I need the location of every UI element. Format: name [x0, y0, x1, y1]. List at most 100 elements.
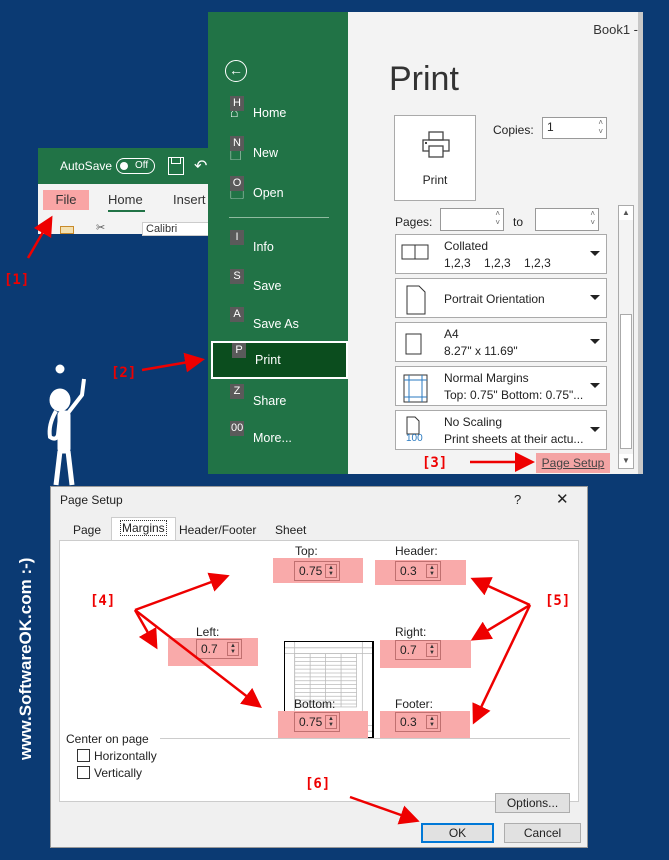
right-label: Right: — [395, 625, 427, 639]
nav-label: Info — [253, 240, 274, 254]
window-title: Book1 - — [593, 22, 638, 37]
spinner-arrows-icon[interactable]: ˄ ˅ — [598, 118, 603, 136]
page-setup-link[interactable]: Page Setup — [536, 453, 610, 473]
print-button-label: Print — [422, 173, 448, 187]
nav-info[interactable]: I Info — [208, 228, 348, 264]
annotation-3: [3] — [422, 455, 448, 471]
help-button[interactable]: ? — [514, 492, 521, 507]
margins-icon — [403, 374, 428, 403]
annotation-5: [5] — [545, 593, 571, 609]
scroll-thumb[interactable] — [620, 314, 632, 449]
ok-button[interactable]: OK — [421, 823, 494, 843]
chevron-down-icon — [590, 339, 600, 344]
scaling-dropdown[interactable]: 100 No Scaling Print sheets at their act… — [395, 410, 607, 450]
keytip: P — [232, 343, 246, 358]
spinner-icon[interactable]: ▲ ▼ — [426, 564, 438, 578]
pages-to-input[interactable]: ˄ ˅ — [535, 208, 599, 231]
annotation-4: [4] — [90, 593, 116, 609]
pages-from-input[interactable]: ˄ ˅ — [440, 208, 504, 231]
right-margin-input[interactable]: 0.7 ▲ ▼ — [395, 640, 441, 660]
undo-icon[interactable]: ↶ — [194, 156, 207, 176]
orientation-dropdown[interactable]: Portrait Orientation — [395, 278, 607, 318]
option-title: Portrait Orientation — [444, 292, 545, 306]
keytip: I — [230, 230, 244, 245]
site-watermark-text: www.SoftwareOK.com :-) — [16, 557, 35, 760]
option-title: Normal Margins — [444, 371, 529, 385]
spinner-icon[interactable]: ▲ ▼ — [325, 564, 337, 578]
spinner-icon[interactable]: ▲ ▼ — [325, 715, 337, 729]
spinner-icon[interactable]: ▲ ▼ — [426, 715, 438, 729]
nav-new[interactable]: 🗋 N New — [208, 134, 348, 170]
left-label: Left: — [196, 625, 220, 639]
option-subtitle: Print sheets at their actu... — [444, 432, 584, 446]
back-arrow-icon[interactable]: ← — [225, 60, 247, 82]
nav-label: Open — [253, 186, 284, 200]
active-tab-indicator — [108, 210, 145, 212]
chevron-down-icon — [590, 251, 600, 256]
paper-size-dropdown[interactable]: A4 8.27" x 11.69" — [395, 322, 607, 362]
input-value: 0.3 — [400, 564, 417, 578]
horizontally-checkbox[interactable] — [77, 749, 90, 762]
page-title: Print — [389, 60, 459, 98]
tab-file[interactable]: File — [43, 190, 89, 210]
top-margin-input[interactable]: 0.75 ▲ ▼ — [294, 561, 340, 581]
scroll-up-icon[interactable]: ▲ — [619, 206, 633, 220]
cut-icon[interactable]: ✂ — [96, 221, 105, 234]
annotation-1: [1] — [4, 272, 30, 288]
autosave-toggle[interactable]: Off — [116, 158, 155, 174]
nav-divider — [229, 217, 329, 218]
nav-label: Print — [255, 353, 281, 367]
nav-label: Save As — [253, 317, 299, 331]
nav-open[interactable]: 🗀 O Open — [208, 174, 348, 210]
footer-margin-input[interactable]: 0.3 ▲ ▼ — [395, 712, 441, 732]
paste-icon[interactable] — [60, 226, 74, 234]
excel-ribbon: AutoSave Off ↶ File Home Insert ✂ Calibr… — [38, 148, 222, 236]
tab-header-footer[interactable]: Header/Footer — [171, 520, 264, 540]
margins-panel: Top: 0.75 ▲ ▼ Header: 0.3 ▲ ▼ Left: 0.7 ▲ ▼ Ri… — [59, 540, 579, 813]
spinner-icon[interactable]: ▲ ▼ — [426, 643, 438, 657]
header-margin-input[interactable]: 0.3 ▲ ▼ — [395, 561, 441, 581]
pages-label: Pages: — [395, 215, 433, 229]
options-button[interactable]: Options... — [495, 793, 570, 813]
input-value: 0.7 — [400, 643, 417, 657]
scaling-percent: 100 — [406, 433, 423, 444]
spinner-arrows-icon[interactable]: ˄ ˅ — [590, 209, 595, 227]
tab-page[interactable]: Page — [65, 520, 109, 540]
tab-sheet[interactable]: Sheet — [267, 520, 314, 540]
vertical-scrollbar[interactable]: ▲ ▼ — [618, 205, 634, 469]
collation-dropdown[interactable]: Collated 1,2,3 1,2,3 1,2,3 — [395, 234, 607, 274]
background-strip — [643, 0, 669, 480]
nav-label: Home — [253, 106, 287, 120]
nav-home[interactable]: ⌂ H Home — [208, 94, 348, 130]
input-value: 0.75 — [299, 715, 323, 729]
scroll-down-icon[interactable]: ▼ — [619, 454, 633, 468]
paper-icon — [405, 333, 422, 355]
copies-input[interactable]: 1 ˄ ˅ — [542, 117, 607, 139]
left-margin-input[interactable]: 0.7 ▲ ▼ — [196, 639, 242, 659]
tab-insert[interactable]: Insert — [173, 192, 206, 207]
tab-margins[interactable]: Margins — [111, 517, 176, 541]
cancel-button[interactable]: Cancel — [504, 823, 581, 843]
print-button[interactable]: Print — [394, 115, 476, 201]
lightbulb-icon — [55, 364, 65, 374]
close-icon[interactable]: ✕ — [556, 490, 569, 508]
nav-share[interactable]: Z Share — [208, 382, 348, 418]
bottom-margin-input[interactable]: 0.75 ▲ ▼ — [294, 712, 340, 732]
spinner-icon[interactable]: ▲ ▼ — [227, 642, 239, 656]
option-title: A4 — [444, 327, 459, 341]
vertically-checkbox[interactable] — [77, 766, 90, 779]
nav-more[interactable]: 00 More... — [208, 419, 348, 455]
margins-dropdown[interactable]: Normal Margins Top: 0.75" Bottom: 0.75".… — [395, 366, 607, 406]
tab-home[interactable]: Home — [108, 192, 143, 207]
nav-save-as[interactable]: A Save As — [208, 305, 348, 341]
horizontally-label: Horizontally — [94, 749, 157, 763]
nav-save[interactable]: S Save — [208, 267, 348, 303]
input-value: 0.7 — [201, 642, 218, 656]
nav-print[interactable]: P Print — [211, 341, 348, 379]
copies-value: 1 — [547, 120, 554, 134]
print-pane: Book1 - Print Print Copies: 1 ˄ ˅ Pages: … — [348, 12, 638, 474]
dialog-title: Page Setup — [60, 493, 123, 507]
save-icon[interactable] — [168, 157, 184, 175]
collated-icon — [401, 244, 429, 260]
spinner-arrows-icon[interactable]: ˄ ˅ — [495, 209, 500, 227]
